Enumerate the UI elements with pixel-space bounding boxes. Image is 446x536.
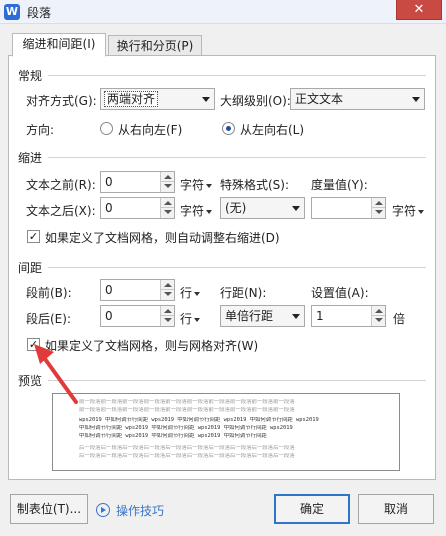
line-spacing-value: 单倍行距 — [225, 309, 274, 323]
spin-up-icon[interactable] — [371, 198, 385, 208]
space-before-unit[interactable]: 行 — [180, 284, 201, 301]
chevron-down-icon — [194, 317, 201, 322]
space-before-spinner[interactable]: 0 — [100, 279, 175, 301]
outline-level-value: 正文文本 — [295, 92, 344, 106]
line-spacing-select[interactable]: 单倍行距 — [220, 305, 305, 327]
outline-level-label: 大纲级别(O): — [220, 94, 291, 108]
cancel-button[interactable]: 取消 — [358, 494, 434, 524]
spin-down-icon[interactable] — [160, 208, 174, 218]
rtl-radio[interactable] — [100, 122, 113, 135]
space-after-value: 0 — [105, 309, 113, 323]
section-indent-heading: 缩进 — [18, 151, 43, 165]
measure-unit[interactable]: 字符 — [392, 202, 425, 219]
chevron-down-icon — [194, 291, 201, 296]
indent-after-value: 0 — [105, 201, 113, 215]
chevron-down-icon — [292, 206, 300, 211]
spin-down-icon[interactable] — [371, 208, 385, 218]
section-spacing-heading: 间距 — [18, 261, 43, 275]
space-before-label: 段前(B): — [26, 286, 72, 300]
setting-value-unit: 倍 — [393, 312, 406, 326]
space-before-value: 0 — [105, 283, 113, 297]
setting-value-label: 设置值(A): — [311, 286, 369, 300]
section-divider — [48, 75, 426, 76]
auto-adjust-label[interactable]: 如果定义了文档网格，则自动调整右缩进(D) — [45, 229, 280, 246]
section-divider — [48, 267, 426, 268]
annotation-arrow-icon — [34, 344, 78, 404]
preview-previous-line: 前一段落前一段落前一段落前一段落前一段落前一段落前一段落前一段落前一段落前一段落 — [79, 399, 295, 405]
space-after-spinner[interactable]: 0 — [100, 305, 175, 327]
space-after-unit[interactable]: 行 — [180, 310, 201, 327]
play-tips-icon[interactable] — [96, 503, 110, 517]
tab-stops-button[interactable]: 制表位(T)... — [10, 494, 88, 524]
ok-button[interactable]: 确定 — [274, 494, 350, 524]
spin-down-icon[interactable] — [160, 290, 174, 300]
tab-indent-spacing[interactable]: 缩进和间距(I) — [12, 33, 106, 57]
section-divider — [48, 157, 426, 158]
indent-before-spinner[interactable]: 0 — [100, 171, 175, 193]
spin-up-icon[interactable] — [160, 198, 174, 208]
window-title: 段落 — [27, 6, 52, 20]
chevron-down-icon — [412, 97, 420, 102]
setting-value: 1 — [316, 309, 324, 323]
auto-adjust-checkbox[interactable]: ✓ — [27, 230, 40, 243]
setting-value-spinner[interactable]: 1 — [311, 305, 386, 327]
space-after-label: 段后(E): — [26, 312, 71, 326]
ltr-label[interactable]: 从左向右(L) — [240, 121, 304, 138]
preview-next-line: 后一段落后一段落后一段落后一段落后一段落后一段落后一段落后一段落后一段落后一段落 — [79, 445, 295, 451]
wps-writer-icon: W — [4, 4, 20, 20]
measure-label: 度量值(Y): — [311, 178, 368, 192]
alignment-label: 对齐方式(G): — [26, 94, 97, 108]
spin-down-icon[interactable] — [160, 316, 174, 326]
preview-sample-line: wps2019 中如何调节行间距 wps2019 中如何调节行间距 wps201… — [79, 417, 319, 423]
preview-sample-line: 中如何调节行间距 wps2019 中如何调节行间距 wps2019 中如何调节行… — [79, 425, 293, 431]
preview-sample-line: 中如何调节行间距 wps2019 中如何调节行间距 wps2019 中如何调节行… — [79, 433, 267, 439]
indent-after-unit[interactable]: 字符 — [180, 202, 213, 219]
indent-after-label: 文本之后(X): — [26, 204, 96, 218]
special-format-label: 特殊格式(S): — [220, 178, 290, 192]
special-format-select[interactable]: (无) — [220, 197, 305, 219]
outline-level-select[interactable]: 正文文本 — [290, 88, 425, 110]
alignment-value: 两端对齐 — [103, 91, 159, 107]
chevron-down-icon — [206, 209, 213, 214]
indent-after-spinner[interactable]: 0 — [100, 197, 175, 219]
line-spacing-label: 行距(N): — [220, 286, 267, 300]
alignment-select[interactable]: 两端对齐 — [100, 88, 215, 110]
preview-previous-line: 前一段落前一段落前一段落前一段落前一段落前一段落前一段落前一段落前一段落前一段落 — [79, 407, 295, 413]
spin-up-icon[interactable] — [160, 306, 174, 316]
title-bar — [0, 0, 446, 24]
spin-up-icon[interactable] — [160, 172, 174, 182]
spin-up-icon[interactable] — [371, 306, 385, 316]
indent-before-value: 0 — [105, 175, 113, 189]
indent-before-label: 文本之前(R): — [26, 178, 96, 192]
tab-line-page-breaks[interactable]: 换行和分页(P) — [108, 35, 202, 57]
indent-before-unit[interactable]: 字符 — [180, 176, 213, 193]
preview-next-line: 后一段落后一段落后一段落后一段落后一段落后一段落后一段落后一段落后一段落后一段落 — [79, 453, 295, 459]
tips-link[interactable]: 操作技巧 — [116, 502, 164, 519]
paragraph-preview: 前一段落前一段落前一段落前一段落前一段落前一段落前一段落前一段落前一段落前一段落… — [52, 393, 400, 471]
measure-spinner[interactable] — [311, 197, 386, 219]
chevron-down-icon — [206, 183, 213, 188]
chevron-down-icon — [202, 97, 210, 102]
section-general-heading: 常规 — [18, 69, 43, 83]
spin-up-icon[interactable] — [160, 280, 174, 290]
rtl-label[interactable]: 从右向左(F) — [118, 121, 182, 138]
direction-label: 方向: — [26, 123, 55, 137]
chevron-down-icon — [292, 314, 300, 319]
ltr-radio[interactable] — [222, 122, 235, 135]
spin-down-icon[interactable] — [160, 182, 174, 192]
section-divider — [48, 380, 426, 381]
spin-down-icon[interactable] — [371, 316, 385, 326]
chevron-down-icon — [418, 209, 425, 214]
special-format-value: (无) — [225, 201, 247, 215]
close-button[interactable]: ✕ — [396, 0, 442, 20]
